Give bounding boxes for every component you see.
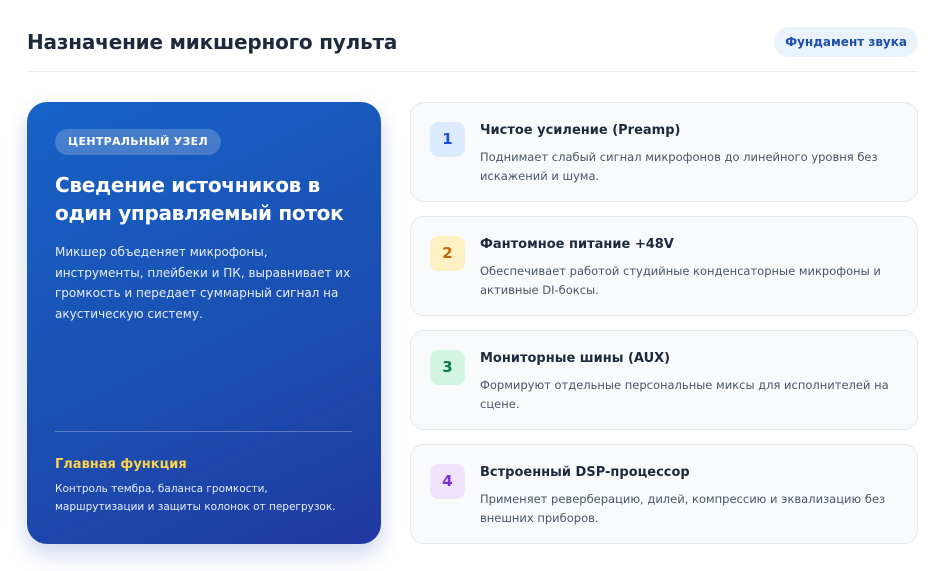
feature-number-badge: 1 [430,122,465,157]
feature-number-badge: 4 [430,464,465,499]
feature-title: Фантомное питание +48V [480,237,674,252]
hero-divider [55,431,352,432]
hero-footer-text: Контроль тембра, баланса громкости, марш… [55,483,336,513]
feature-card-dsp: 4 Встроенный DSP-процессор Применяет рев… [410,444,918,544]
feature-card-preamp: 1 Чистое усиление (Preamp) Поднимает сла… [410,102,918,202]
feature-title: Чистое усиление (Preamp) [480,123,681,138]
page-title: Назначение микшерного пульта [27,30,398,54]
feature-card-aux: 3 Мониторные шины (AUX) Формируют отдель… [410,330,918,430]
hero-footer-title: Главная функция [55,457,187,472]
feature-title: Встроенный DSP-процессор [480,465,690,480]
hero-description: Микшер объеденяет микрофоны, инструменты… [55,245,351,321]
feature-number-badge: 3 [430,350,465,385]
hero-heading: Сведение источников в один управляемый п… [55,173,344,225]
hero-card: ЦЕНТРАЛЬНЫЙ УЗЕЛ Сведение источников в о… [27,102,381,544]
page-header: Назначение микшерного пульта Фундамент з… [27,27,918,72]
feature-description: Обеспечивает работой студийные конденсат… [480,264,881,297]
feature-title: Мониторные шины (AUX) [480,351,671,366]
feature-description: Формируют отдельные персональные миксы д… [480,378,889,411]
feature-description: Применяет реверберацию, дилей, компресси… [480,492,886,525]
topic-badge: Фундамент звука [774,27,918,57]
feature-card-phantom-power: 2 Фантомное питание +48V Обеспечивает ра… [410,216,918,316]
hero-tag: ЦЕНТРАЛЬНЫЙ УЗЕЛ [55,129,221,155]
feature-description: Поднимает слабый сигнал микрофонов до ли… [480,150,878,183]
feature-number-badge: 2 [430,236,465,271]
